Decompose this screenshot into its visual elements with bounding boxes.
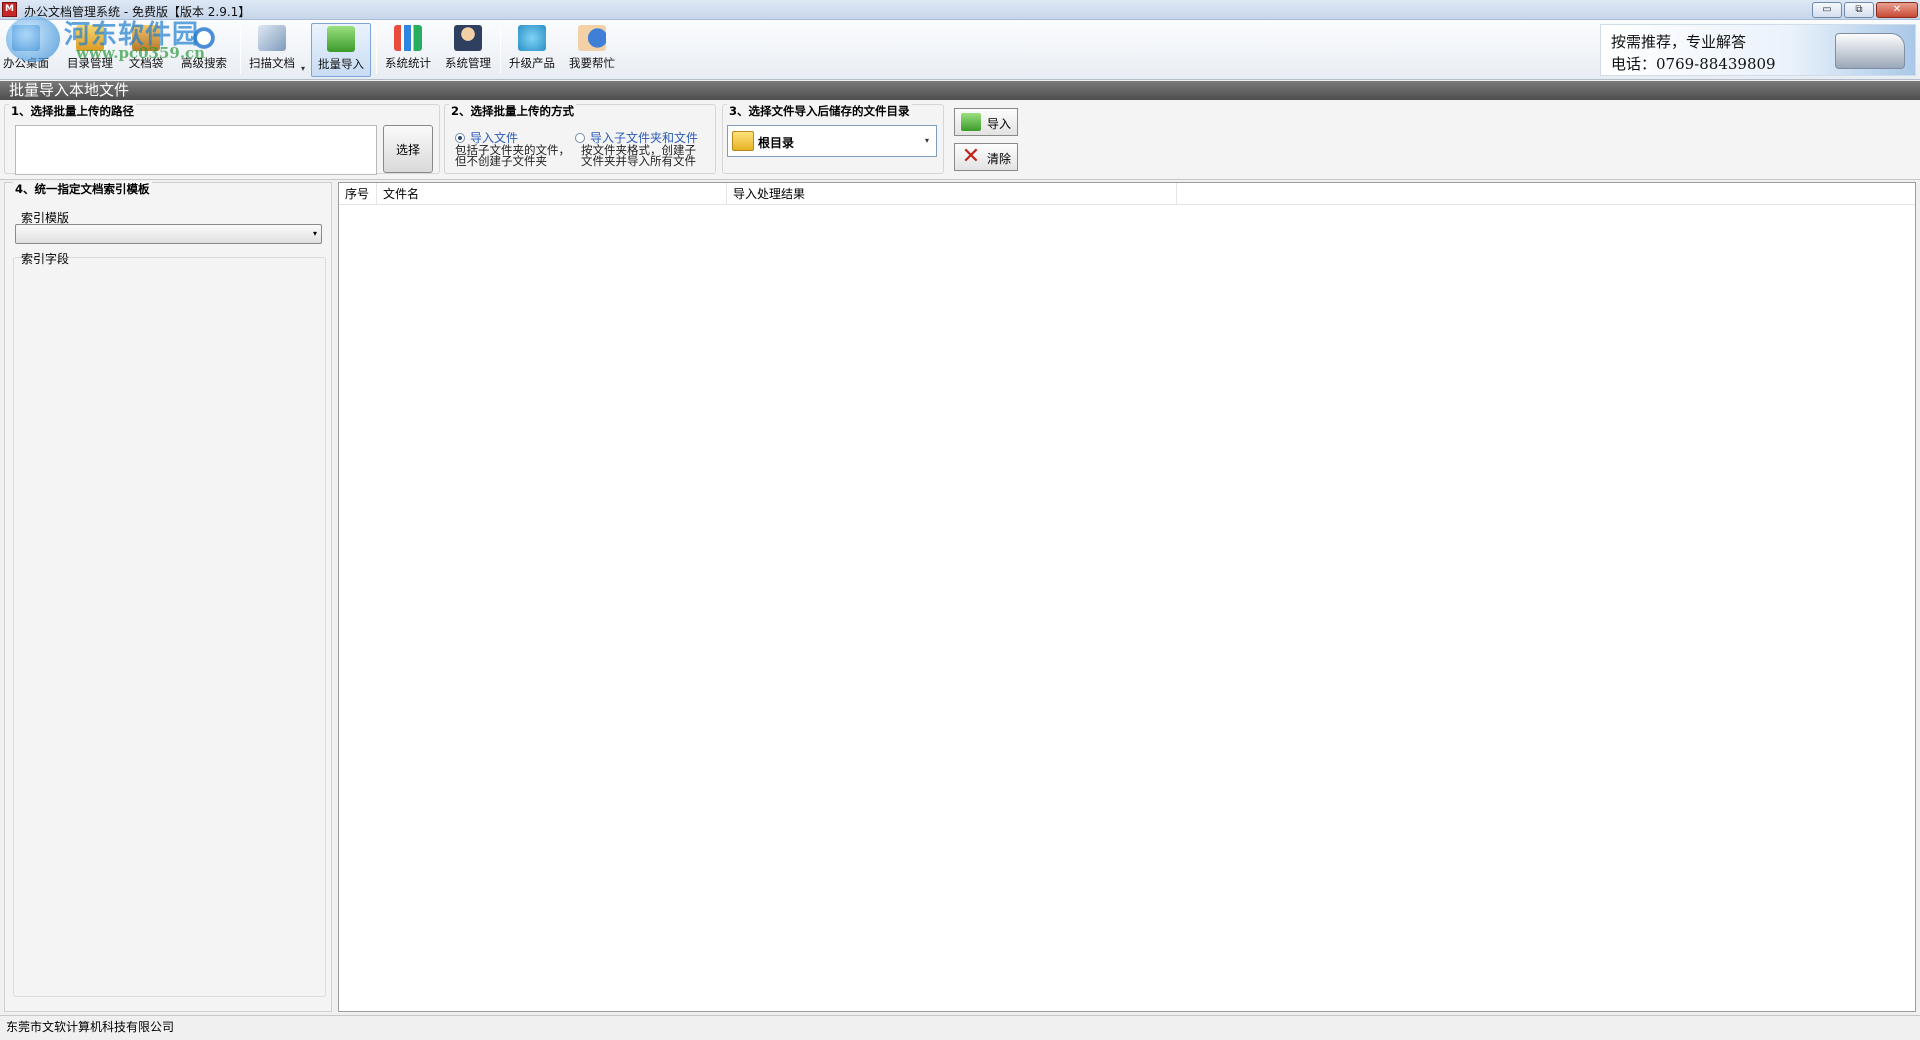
upload-mode-group: 2、选择批量上传的方式 导入文件 包括子文件夹的文件， 但不创建子文件夹 导入子… [444,103,716,174]
window-title: 办公文档管理系统 - 免费版【版本 2.9.1】 [24,5,251,19]
toolbar-admin-button[interactable]: 系统管理 [440,23,496,77]
column-header-index[interactable]: 序号 [339,183,377,205]
chevron-down-icon[interactable]: ▾ [920,130,934,152]
import-files-description: 包括子文件夹的文件， 但不创建子文件夹 [455,144,570,168]
main-toolbar: 办公桌面 目录管理 文档袋 高级搜索 扫描文档 ▾ 批量导入 系统统计 系统管理… [0,20,1920,80]
clear-button-label: 清除 [987,152,1012,166]
target-directory-title: 3、选择文件导入后储存的文件目录 [727,103,912,119]
toolbar-admin-label: 系统管理 [445,56,491,70]
target-directory-select[interactable]: 根目录 ▾ [727,125,937,157]
clear-icon: ✕ [961,144,981,169]
close-button[interactable]: ✕ [1876,2,1918,18]
radio-unselected-icon [575,133,585,143]
scan-dropdown-arrow-icon[interactable]: ▾ [301,64,305,73]
ad-phone: 电话：0769-88439809 [1611,55,1776,73]
toolbar-directory-button[interactable]: 目录管理 [62,23,118,77]
toolbar-upgrade-button[interactable]: 升级产品 [504,23,560,77]
toolbar-scan-label: 扫描文档 [249,56,295,70]
toolbar-desktop-label: 办公桌面 [3,56,49,70]
target-directory-group: 3、选择文件导入后储存的文件目录 根目录 ▾ [722,103,944,174]
toolbar-document-bag-button[interactable]: 文档袋 [124,23,168,77]
toolbar-separator [500,26,501,74]
toolbar-batch-import-button[interactable]: 批量导入 [311,23,371,77]
toolbar-help-button[interactable]: 我要帮忙 [564,23,620,77]
path-group-title: 1、选择批量上传的路径 [9,103,137,119]
directory-icon [76,25,104,51]
template-select[interactable]: ▾ [15,224,322,244]
upgrade-icon [518,25,546,51]
home-icon [12,25,40,51]
import-button-label: 导入 [987,117,1012,131]
choose-path-button[interactable]: 选择 [383,125,433,173]
index-template-title: 4、统一指定文档索引模板 [13,181,152,197]
toolbar-desktop-button[interactable]: 办公桌面 [2,23,50,77]
toolbar-advanced-search-label: 高级搜索 [181,56,227,70]
column-header-extra[interactable] [1177,183,1915,205]
toolbar-advanced-search-button[interactable]: 高级搜索 [176,23,232,77]
stats-icon [394,25,422,51]
scan-icon [258,25,286,51]
index-template-panel: 4、统一指定文档索引模板 索引模版 ▾ 索引字段 [4,181,332,1012]
toolbar-scan-button[interactable]: 扫描文档 [244,23,300,77]
toolbar-stats-button[interactable]: 系统统计 [380,23,436,77]
target-directory-value: 根目录 [758,136,795,150]
column-header-filename[interactable]: 文件名 [377,183,727,205]
batch-import-icon [327,26,355,52]
toolbar-stats-label: 系统统计 [385,56,431,70]
scanner-icon [1835,33,1905,69]
title-bar: M 办公文档管理系统 - 免费版【版本 2.9.1】 ▭ ⧉ ✕ [0,0,1920,20]
column-header-result[interactable]: 导入处理结果 [727,183,1177,205]
import-icon [961,113,981,131]
import-folders-description: 按文件夹格式，创建子 文件夹并导入所有文件 [581,144,696,168]
import-options-panel: 1、选择批量上传的路径 选择 2、选择批量上传的方式 导入文件 包括子文件夹的文… [0,100,1920,180]
search-icon [190,25,218,51]
toolbar-upgrade-label: 升级产品 [509,56,555,70]
window-controls: ▭ ⧉ ✕ [1812,2,1918,18]
restore-button[interactable]: ⧉ [1844,2,1874,18]
index-fields-label: 索引字段 [21,252,70,266]
minimize-button[interactable]: ▭ [1812,2,1842,18]
ad-slogan: 按需推荐，专业解答 [1611,33,1747,51]
import-results-list[interactable]: 序号 文件名 导入处理结果 [338,182,1916,1012]
toolbar-directory-label: 目录管理 [67,56,113,70]
path-group: 1、选择批量上传的路径 选择 [4,103,440,175]
radio-selected-icon [455,133,465,143]
help-icon [578,25,606,51]
app-icon: M [2,2,17,17]
path-input[interactable] [15,125,377,175]
import-button[interactable]: 导入 [954,108,1018,136]
company-name: 东莞市文软计算机科技有限公司 [6,1020,175,1034]
folder-icon [732,131,754,151]
toolbar-document-bag-label: 文档袋 [128,56,164,70]
import-folders-desc-line2: 文件夹并导入所有文件 [581,154,696,168]
toolbar-separator [240,26,241,74]
index-fields-box[interactable] [13,257,326,997]
status-bar: 东莞市文软计算机科技有限公司 [0,1015,1920,1040]
document-bag-icon [132,25,160,51]
results-header: 序号 文件名 导入处理结果 [339,183,1915,205]
section-title: 批量导入本地文件 [0,81,1920,100]
toolbar-batch-import-label: 批量导入 [318,57,364,71]
import-files-desc-line2: 但不创建子文件夹 [455,154,547,168]
toolbar-help-label: 我要帮忙 [569,56,615,70]
chevron-down-icon[interactable]: ▾ [313,229,317,238]
admin-icon [454,25,482,51]
clear-button[interactable]: ✕ 清除 [954,143,1018,171]
ad-banner[interactable]: 按需推荐，专业解答 电话：0769-88439809 [1600,24,1916,76]
toolbar-separator [376,26,377,74]
upload-mode-title: 2、选择批量上传的方式 [449,103,577,119]
